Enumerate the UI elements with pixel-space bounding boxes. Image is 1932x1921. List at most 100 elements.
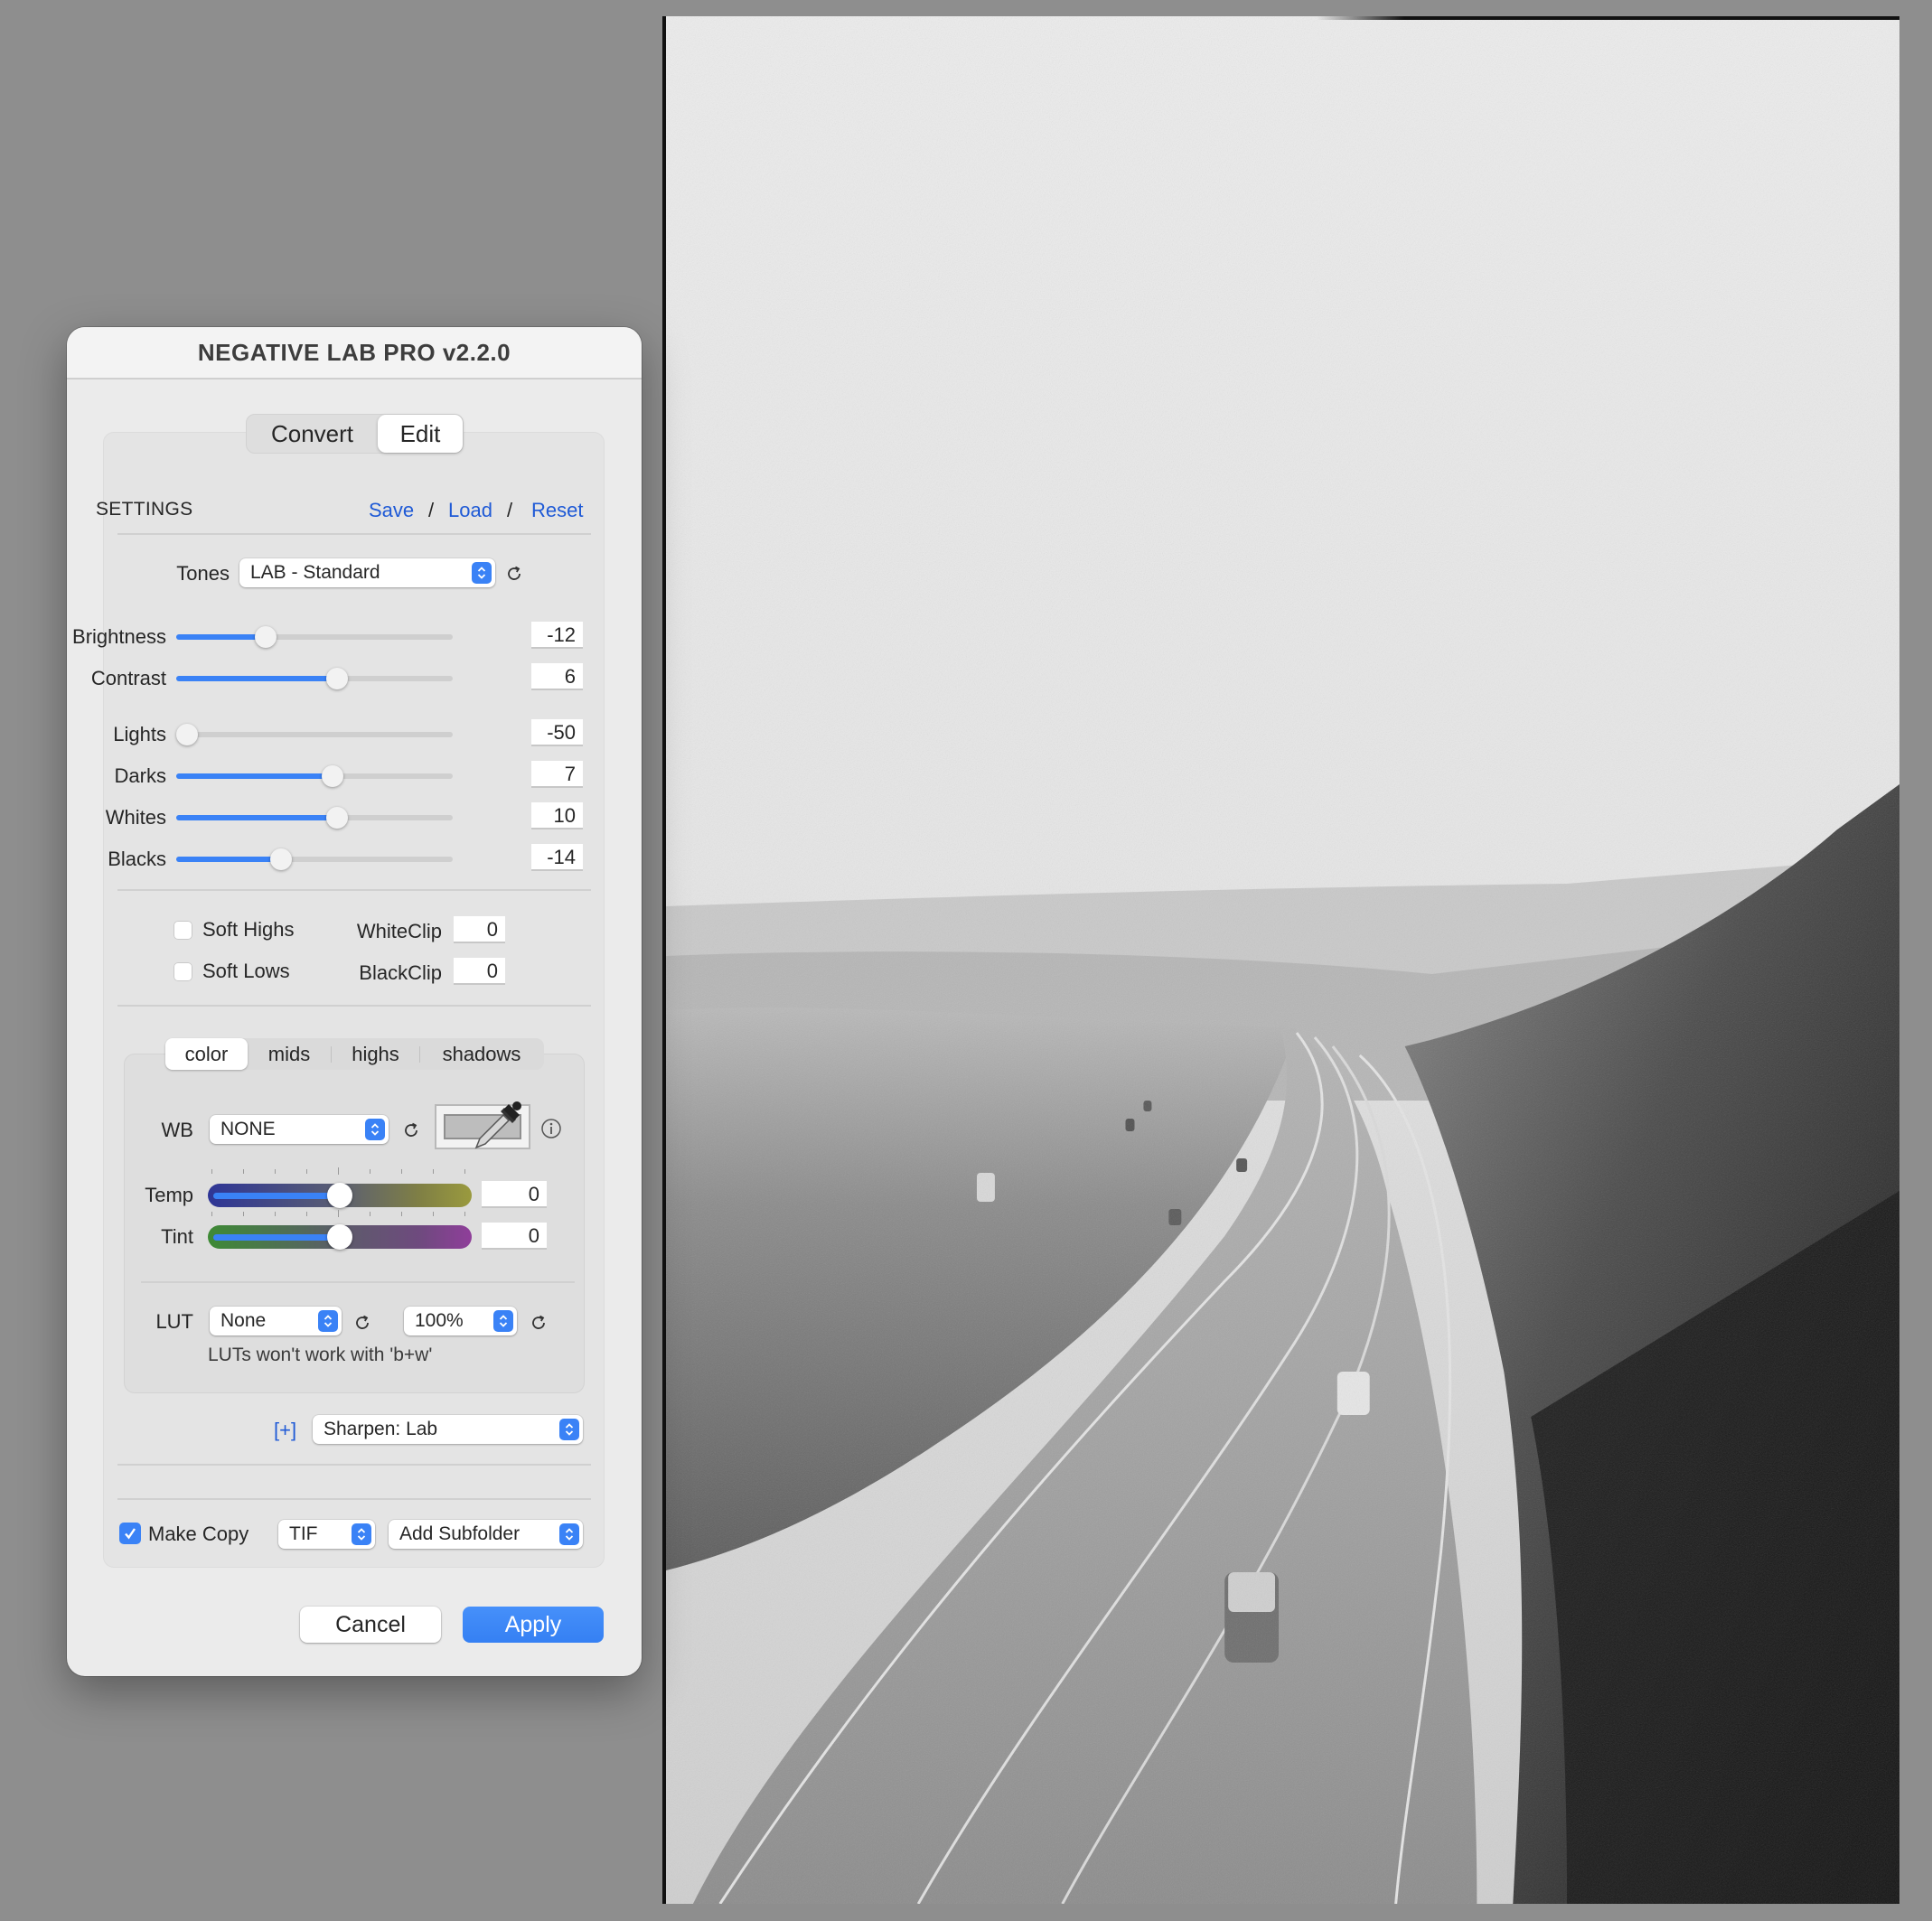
blacks-slider[interactable] [176,846,453,873]
updown-chevron-icon [559,1523,579,1545]
tint-field[interactable]: 0 [482,1223,547,1250]
photo-image [666,16,1899,1904]
lut-note: LUTs won't work with 'b+w' [208,1345,433,1365]
subtab-shadows[interactable]: shadows [420,1038,543,1070]
lut-select[interactable]: None [210,1307,342,1335]
settings-panel [103,432,605,1568]
subtab-highs[interactable]: highs [332,1038,419,1070]
info-icon[interactable] [540,1118,562,1139]
slider-knob[interactable] [255,626,277,648]
lut-strength-select[interactable]: 100% [404,1307,517,1335]
whites-slider[interactable] [176,804,453,831]
soft-highs-checkbox[interactable] [174,921,192,940]
tick-mark [275,1212,276,1216]
temp-field[interactable]: 0 [482,1181,547,1208]
whites-field[interactable]: 10 [531,802,583,829]
lut-reset-icon[interactable] [352,1313,372,1333]
temp-knob[interactable] [327,1183,352,1208]
updown-chevron-icon [352,1523,371,1545]
mode-segmented-control: Convert Edit [246,414,464,454]
updown-chevron-icon [493,1310,513,1332]
apply-button[interactable]: Apply [463,1607,604,1643]
soft-lows-label: Soft Lows [202,960,290,982]
slider-knob[interactable] [326,807,349,829]
lut-label: LUT [155,1310,193,1333]
window-title: NEGATIVE LAB PRO v2.2.0 [67,327,642,380]
slider-knob[interactable] [270,848,293,870]
tick-mark [338,1210,339,1217]
checkmark-icon [125,1528,136,1540]
wb-label: WB [161,1119,193,1141]
tones-reset-icon[interactable] [504,564,524,584]
wb-select[interactable]: NONE [210,1115,389,1144]
lights-field[interactable]: -50 [531,719,583,746]
lut-value: None [220,1310,267,1331]
tick-mark [401,1212,402,1216]
photo-preview [662,16,1899,1904]
tint-slider[interactable] [208,1224,472,1250]
divider [117,1005,591,1007]
lut-strength-value: 100% [415,1310,464,1331]
divider [117,533,591,535]
expand-options-link[interactable]: [+] [274,1419,296,1442]
slider-label-whites: Whites [105,806,166,829]
subtab-color[interactable]: color [165,1038,248,1070]
film-edge [1317,16,1899,20]
darks-slider[interactable] [176,763,453,790]
wb-reset-icon[interactable] [401,1120,421,1140]
blacks-field[interactable]: -14 [531,844,583,871]
lut-strength-reset-icon[interactable] [529,1313,549,1333]
slider-label-blacks: Blacks [108,848,166,870]
whiteclip-field[interactable]: 0 [454,916,505,943]
subfolder-select[interactable]: Add Subfolder [389,1520,583,1549]
tab-convert[interactable]: Convert [247,415,378,453]
reset-settings-link[interactable]: Reset [531,499,583,522]
tint-label: Tint [161,1225,193,1248]
slider-label-brightness: Brightness [72,625,166,648]
eyedropper-icon [474,1101,521,1149]
updown-chevron-icon [472,562,492,584]
tab-edit[interactable]: Edit [378,415,463,453]
tick-mark [211,1169,212,1174]
tones-select[interactable]: LAB - Standard [239,558,495,587]
sharpen-select[interactable]: Sharpen: Lab [313,1415,583,1444]
tint-knob[interactable] [327,1224,352,1250]
load-settings-link[interactable]: Load [448,499,492,522]
subtab-mids[interactable]: mids [248,1038,331,1070]
slider-knob[interactable] [321,765,343,787]
temp-ticks [211,1167,465,1175]
make-copy-checkbox[interactable] [119,1523,141,1544]
brightness-slider[interactable] [176,623,453,651]
slider-knob[interactable] [176,724,198,745]
cancel-button[interactable]: Cancel [300,1607,441,1643]
divider [141,1281,575,1283]
brightness-field[interactable]: -12 [531,622,583,649]
blackclip-field[interactable]: 0 [454,958,505,985]
tick-mark [275,1169,276,1174]
slider-fill [176,773,333,779]
tint-ticks [211,1210,465,1217]
contrast-field[interactable]: 6 [531,663,583,690]
tick-mark [464,1212,465,1216]
wb-eyedropper-button[interactable] [435,1101,530,1149]
slider-label-darks: Darks [114,764,166,787]
divider [117,1498,591,1500]
soft-lows-checkbox[interactable] [174,962,192,981]
lights-slider[interactable] [176,721,453,748]
subfolder-value: Add Subfolder [399,1523,521,1544]
darks-field[interactable]: 7 [531,761,583,788]
save-settings-link[interactable]: Save [369,499,414,522]
contrast-slider[interactable] [176,665,453,692]
tick-mark [338,1167,339,1175]
tick-mark [433,1169,434,1174]
slider-track [176,732,453,737]
settings-heading: SETTINGS [96,499,193,520]
tick-mark [464,1169,465,1174]
updown-chevron-icon [559,1419,579,1440]
slider-knob[interactable] [326,668,349,689]
format-value: TIF [289,1523,318,1544]
tones-value: LAB - Standard [250,562,380,583]
temp-slider[interactable] [208,1183,472,1208]
format-select[interactable]: TIF [278,1520,375,1549]
slider-label-contrast: Contrast [90,667,166,689]
